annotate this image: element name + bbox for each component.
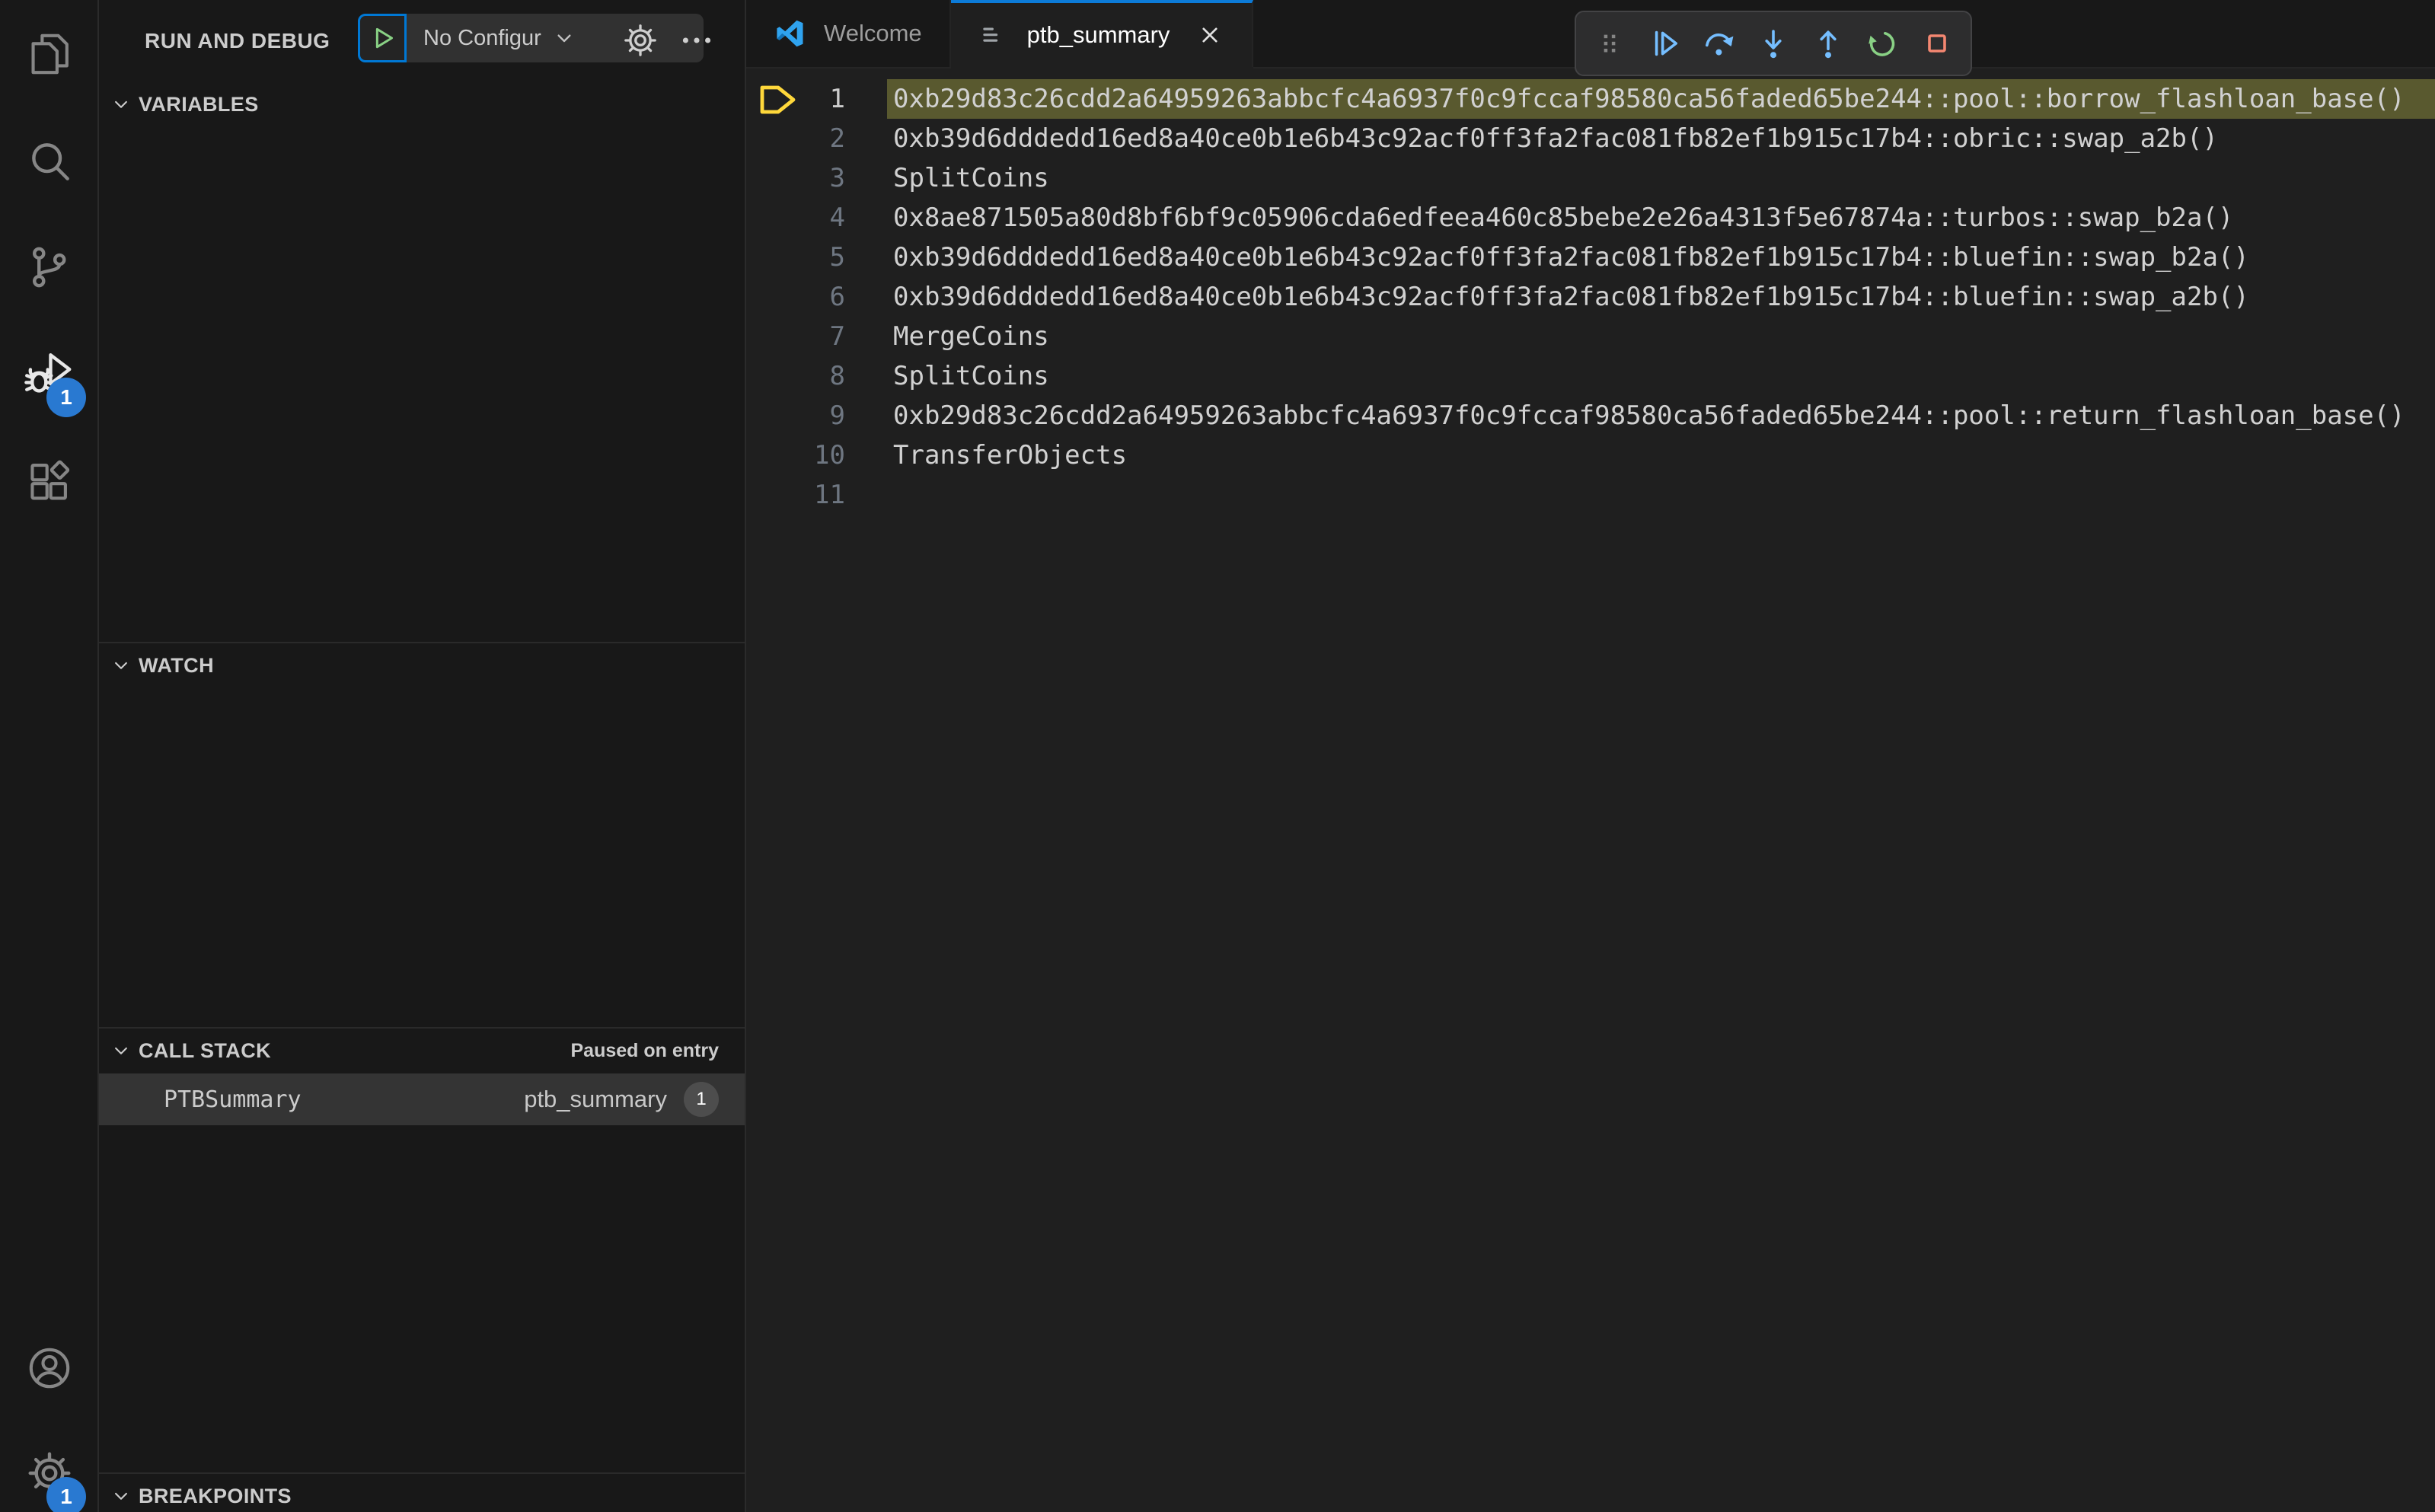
line-number: 5 (829, 242, 845, 273)
line-text: 0x8ae871505a80d8bf6bf9c05906cda6edfeea46… (893, 203, 2234, 233)
list-file-icon (978, 19, 1010, 51)
code-line[interactable]: 11 (746, 475, 2435, 515)
tab-label: ptb_summary (1026, 21, 1170, 48)
stop-button[interactable] (1915, 21, 1959, 65)
line-number: 6 (829, 282, 845, 312)
debug-toolbar (1575, 11, 1972, 76)
frame-line-badge: 1 (684, 1082, 719, 1117)
sidebar-item-source-control[interactable] (11, 225, 88, 309)
sidebar-item-search[interactable] (11, 119, 88, 203)
line-text: 0xb39d6dddedd16ed8a40ce0b1e6b43c92acf0ff… (893, 242, 2249, 273)
toolbar-drag-grip[interactable] (1588, 21, 1632, 65)
code-line[interactable]: 8 SplitCoins (746, 356, 2435, 396)
sidebar-title: RUN AND DEBUG (145, 29, 330, 53)
code-line[interactable]: 2 0xb39d6dddedd16ed8a40ce0b1e6b43c92acf0f… (746, 119, 2435, 158)
start-debugging-button[interactable] (358, 14, 407, 62)
line-text: 0xb29d83c26cdd2a64959263abbcfc4a6937f0c9… (887, 79, 2435, 119)
code-area[interactable]: 1 0xb29d83c26cdd2a64959263abbcfc4a6937f0c… (746, 79, 2435, 515)
views-more-actions-button[interactable] (678, 21, 716, 59)
vscode-logo-icon (774, 17, 807, 50)
line-number: 8 (829, 361, 845, 391)
line-number: 3 (829, 163, 845, 193)
activity-bar: 1 1 (0, 0, 99, 1512)
editor-group: Welcome ptb_summary 1 0xb29d83c26cdd2a64… (746, 0, 2435, 1512)
chevron-down-icon (110, 654, 132, 677)
extensions-icon (24, 457, 75, 507)
section-variables[interactable]: VARIABLES (99, 82, 745, 126)
code-line[interactable]: 9 0xb29d83c26cdd2a64959263abbcfc4a6937f0c… (746, 396, 2435, 435)
sidebar-item-explorer[interactable] (11, 12, 88, 96)
play-icon (367, 23, 397, 53)
code-line[interactable]: 4 0x8ae871505a80d8bf6bf9c05906cda6edfeea4… (746, 198, 2435, 238)
line-text: MergeCoins (893, 321, 1049, 352)
line-number: 10 (814, 440, 845, 471)
code-line[interactable]: 7 MergeCoins (746, 317, 2435, 356)
line-text: SplitCoins (893, 163, 1049, 193)
chevron-down-icon (110, 1485, 132, 1507)
line-number: 2 (829, 123, 845, 154)
debug-badge: 1 (46, 378, 86, 417)
line-number: 7 (829, 321, 845, 352)
line-text: 0xb29d83c26cdd2a64959263abbcfc4a6937f0c9… (893, 400, 2405, 431)
source-control-icon (24, 242, 75, 292)
section-label: VARIABLES (139, 92, 259, 116)
search-icon (24, 136, 75, 186)
sidebar-item-run-and-debug[interactable]: 1 (11, 332, 88, 417)
line-number: 9 (829, 400, 845, 431)
line-text: SplitCoins (893, 361, 1049, 391)
call-stack-frame-row[interactable]: PTBSummary ptb_summary 1 (99, 1073, 745, 1125)
section-label: BREAKPOINTS (139, 1484, 292, 1507)
code-line[interactable]: 3 SplitCoins (746, 158, 2435, 198)
line-number: 11 (814, 480, 845, 510)
files-icon (24, 29, 75, 79)
run-and-debug-sidebar: RUN AND DEBUG No Configur VARIABLES WATC… (99, 0, 746, 1512)
step-out-button[interactable] (1806, 21, 1850, 65)
chevron-down-icon (110, 1039, 132, 1062)
manage-badge: 1 (46, 1477, 86, 1512)
call-stack-status: Paused on entry (570, 1039, 720, 1061)
section-label: WATCH (139, 653, 214, 677)
section-call-stack[interactable]: CALL STACK Paused on entry (99, 1027, 745, 1073)
frame-file: ptb_summary (524, 1086, 667, 1112)
step-over-button[interactable] (1696, 21, 1741, 65)
tab-welcome[interactable]: Welcome (746, 0, 951, 67)
line-text: TransferObjects (893, 440, 1128, 471)
accounts-item[interactable] (11, 1326, 88, 1410)
vscode-window: 1 1 RUN AND DEBUG No Configur VARIABLES … (0, 0, 2435, 1512)
section-breakpoints[interactable]: BREAKPOINTS (99, 1472, 745, 1512)
open-launch-json-button[interactable] (621, 21, 659, 59)
line-text: 0xb39d6dddedd16ed8a40ce0b1e6b43c92acf0ff… (893, 282, 2249, 312)
code-line[interactable]: 1 0xb29d83c26cdd2a64959263abbcfc4a6937f0c… (746, 79, 2435, 119)
code-line[interactable]: 5 0xb39d6dddedd16ed8a40ce0b1e6b43c92acf0f… (746, 238, 2435, 277)
debug-current-line-arrow-icon (757, 82, 799, 117)
code-line[interactable]: 10 TransferObjects (746, 435, 2435, 475)
section-watch[interactable]: WATCH (99, 642, 745, 687)
close-icon[interactable] (1195, 21, 1224, 49)
continue-button[interactable] (1642, 21, 1687, 65)
line-number: 4 (829, 203, 845, 233)
chevron-down-icon[interactable] (552, 26, 576, 50)
section-label: CALL STACK (139, 1038, 271, 1062)
account-icon (24, 1343, 75, 1393)
code-line[interactable]: 6 0xb39d6dddedd16ed8a40ce0b1e6b43c92acf0f… (746, 277, 2435, 317)
frame-name: PTBSummary (164, 1086, 302, 1113)
manage-item[interactable]: 1 (11, 1431, 88, 1512)
step-into-button[interactable] (1751, 21, 1795, 65)
sidebar-item-extensions[interactable] (11, 440, 88, 524)
line-text: 0xb39d6dddedd16ed8a40ce0b1e6b43c92acf0ff… (893, 123, 2218, 154)
tab-label: Welcome (824, 20, 922, 46)
restart-button[interactable] (1860, 21, 1904, 65)
configuration-dropdown[interactable]: No Configur (423, 26, 541, 51)
chevron-down-icon (110, 93, 132, 116)
tab-ptb-summary[interactable]: ptb_summary (950, 0, 1254, 67)
line-text (887, 475, 2435, 515)
